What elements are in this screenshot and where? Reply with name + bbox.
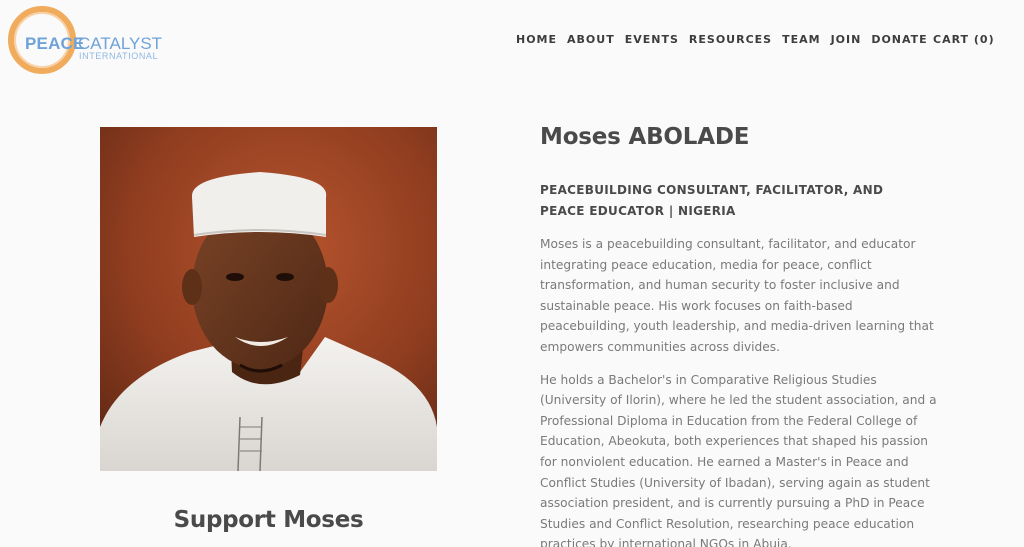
support-heading: Support Moses — [173, 507, 364, 533]
main-nav: HOME ABOUT EVENTS RESOURCES TEAM JOIN DO… — [516, 33, 938, 46]
logo-international-text: INTERNATIONAL — [79, 51, 159, 61]
nav-team[interactable]: TEAM — [782, 33, 820, 46]
profile-content: Moses ABOLADE PEACEBUILDING CONSULTANT, … — [540, 124, 950, 547]
logo-peace-text: PEACE — [25, 34, 85, 53]
nav-home[interactable]: HOME — [516, 33, 557, 46]
bio-paragraph-1: Moses is a peacebuilding consultant, fac… — [540, 237, 934, 354]
profile-name: Moses ABOLADE — [540, 124, 750, 150]
nav-resources[interactable]: RESOURCES — [689, 33, 772, 46]
cart-link[interactable]: CART (0) — [933, 33, 995, 46]
profile-role: PEACEBUILDING CONSULTANT, FACILITATOR, A… — [540, 183, 884, 218]
nav-about[interactable]: ABOUT — [567, 33, 615, 46]
nav-donate[interactable]: DONATE — [871, 33, 927, 46]
nav-events[interactable]: EVENTS — [625, 33, 679, 46]
site-header: PEACE CATALYST INTERNATIONAL HOME ABOUT … — [0, 0, 1024, 80]
site-logo[interactable]: PEACE CATALYST INTERNATIONAL — [6, 4, 166, 76]
profile-photo — [100, 127, 437, 471]
bio-paragraph-2: He holds a Bachelor's in Comparative Rel… — [540, 372, 937, 547]
nav-join[interactable]: JOIN — [831, 33, 862, 46]
